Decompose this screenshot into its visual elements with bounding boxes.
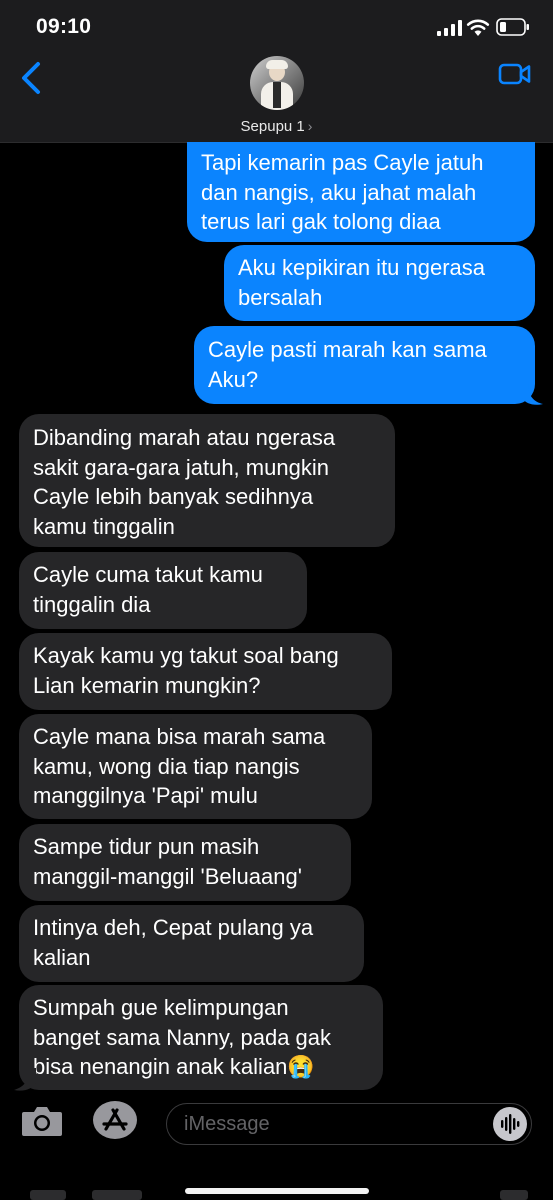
received-message[interactable]: Dibanding marah atau ngerasa sakit gara-… bbox=[19, 414, 395, 547]
audio-waveform-icon[interactable] bbox=[493, 1107, 527, 1141]
app-store-icon[interactable] bbox=[92, 1100, 138, 1140]
sent-message[interactable]: Tapi kemarin pas Cayle jatuh dan nangis,… bbox=[187, 142, 535, 242]
contact-name: Sepupu 1 bbox=[240, 118, 305, 135]
bubble-tail bbox=[14, 1068, 36, 1091]
received-message[interactable]: Sampe tidur pun masih manggil-manggil 'B… bbox=[19, 824, 351, 901]
message-input-bar: iMessage bbox=[0, 1092, 553, 1200]
wifi-icon bbox=[466, 19, 490, 36]
chevron-left-icon[interactable] bbox=[18, 58, 44, 98]
home-indicator bbox=[185, 1188, 369, 1194]
received-message[interactable]: Sumpah gue kelimpungan banget sama Nanny… bbox=[19, 985, 383, 1090]
bubble-tail bbox=[522, 384, 543, 405]
status-time: 09:10 bbox=[36, 15, 92, 38]
sent-message[interactable]: Cayle pasti marah kan sama Aku? bbox=[194, 326, 535, 404]
input-placeholder: iMessage bbox=[184, 1113, 270, 1135]
video-camera-icon[interactable] bbox=[498, 62, 532, 86]
received-message[interactable]: Intinya deh, Cepat pulang ya kalian bbox=[19, 905, 364, 982]
status-bar: 09:10 bbox=[0, 0, 553, 56]
camera-icon[interactable] bbox=[20, 1104, 64, 1138]
received-message[interactable]: Kayak kamu yg takut soal bang Lian kemar… bbox=[19, 633, 392, 710]
battery-icon bbox=[496, 18, 529, 36]
conversation-header: Sepupu 1 › bbox=[0, 56, 553, 143]
received-message[interactable]: Cayle cuma takut kamu tinggalin dia bbox=[19, 552, 307, 629]
contact-name-button[interactable]: Sepupu 1 › bbox=[0, 118, 553, 135]
contact-avatar[interactable] bbox=[250, 56, 304, 110]
imessage-input[interactable]: iMessage bbox=[166, 1103, 532, 1145]
received-message[interactable]: Cayle mana bisa marah sama kamu, wong di… bbox=[19, 714, 372, 819]
chevron-right-icon: › bbox=[307, 118, 313, 134]
cellular-signal-icon bbox=[437, 20, 462, 36]
sent-message[interactable]: Aku kepikiran itu ngerasa bersalah bbox=[224, 245, 535, 321]
